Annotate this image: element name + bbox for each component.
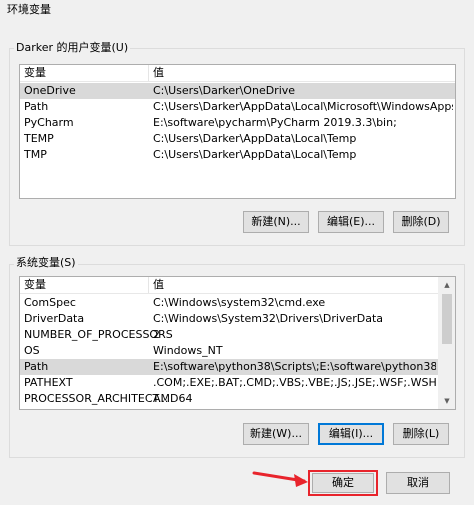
system-new-button[interactable]: 新建(W)... — [243, 423, 309, 445]
variable-value: C:\Users\Darker\AppData\Local\Microsoft\… — [153, 100, 453, 113]
column-header-variable[interactable]: 变量 — [24, 277, 46, 293]
system-edit-button[interactable]: 编辑(I)... — [318, 423, 384, 445]
variable-value: C:\Windows\System32\Drivers\DriverData — [153, 312, 384, 325]
variable-value: C:\Users\Darker\AppData\Local\Temp — [153, 132, 357, 145]
variable-value: .COM;.EXE;.BAT;.CMD;.VBS;.VBE;.JS;.JSE;.… — [153, 376, 436, 389]
user-variables-list[interactable]: 变量 值 OneDrive C:\Users\Darker\OneDrive P… — [19, 64, 456, 199]
table-row[interactable]: NUMBER_OF_PROCESSORS 2 — [20, 327, 438, 343]
variable-name: Path — [24, 100, 49, 113]
column-header-value[interactable]: 值 — [148, 65, 453, 81]
table-row[interactable]: OneDrive C:\Users\Darker\OneDrive — [20, 83, 455, 99]
variable-value: E:\software\pycharm\PyCharm 2019.3.3\bin… — [153, 116, 397, 129]
user-new-button[interactable]: 新建(N)... — [243, 211, 309, 233]
user-variables-label: Darker 的用户变量(U) — [14, 41, 131, 55]
vertical-scrollbar[interactable]: ▲ ▼ — [438, 277, 455, 409]
table-row[interactable]: PyCharm E:\software\pycharm\PyCharm 2019… — [20, 115, 455, 131]
column-header-value[interactable]: 值 — [148, 277, 453, 293]
user-edit-button[interactable]: 编辑(E)... — [318, 211, 384, 233]
system-variables-list[interactable]: 变量 值 ComSpec C:\Windows\system32\cmd.exe… — [19, 276, 456, 410]
variable-name: DriverData — [24, 312, 85, 325]
scroll-up-icon[interactable]: ▲ — [439, 277, 455, 293]
variable-value: AMD64 — [153, 392, 193, 405]
variable-value: C:\Windows\system32\cmd.exe — [153, 296, 326, 309]
variable-name: PyCharm — [24, 116, 74, 129]
cancel-button[interactable]: 取消 — [386, 472, 450, 494]
list-header: 变量 值 — [20, 277, 455, 294]
table-row[interactable]: OS Windows_NT — [20, 343, 438, 359]
system-variables-label: 系统变量(S) — [14, 256, 78, 270]
table-row[interactable]: ComSpec C:\Windows\system32\cmd.exe — [20, 295, 438, 311]
variable-name: Path — [24, 360, 49, 373]
variable-name: PROCESSOR_ARCHITECT... — [24, 392, 169, 405]
table-row[interactable]: Path C:\Users\Darker\AppData\Local\Micro… — [20, 99, 455, 115]
column-header-variable[interactable]: 变量 — [24, 65, 46, 81]
scroll-down-icon[interactable]: ▼ — [439, 393, 455, 409]
variable-name: TMP — [24, 148, 47, 161]
table-row[interactable]: DriverData C:\Windows\System32\Drivers\D… — [20, 311, 438, 327]
variable-name: OneDrive — [24, 84, 76, 97]
variable-value: Windows_NT — [153, 344, 223, 357]
system-delete-button[interactable]: 删除(L) — [393, 423, 449, 445]
variable-value: C:\Users\Darker\AppData\Local\Temp — [153, 148, 357, 161]
variable-name: OS — [24, 344, 40, 357]
variable-name: TEMP — [24, 132, 54, 145]
table-row[interactable]: PROCESSOR_ARCHITECT... AMD64 — [20, 391, 438, 407]
variable-value: E:\software\python38\Scripts\;E:\softwar… — [153, 360, 436, 373]
table-row[interactable]: PATHEXT .COM;.EXE;.BAT;.CMD;.VBS;.VBE;.J… — [20, 375, 438, 391]
variable-name: PATHEXT — [24, 376, 73, 389]
variable-value: C:\Users\Darker\OneDrive — [153, 84, 296, 97]
user-delete-button[interactable]: 删除(D) — [393, 211, 449, 233]
table-row[interactable]: TEMP C:\Users\Darker\AppData\Local\Temp — [20, 131, 455, 147]
variable-value: 2 — [153, 328, 160, 341]
table-row[interactable]: TMP C:\Users\Darker\AppData\Local\Temp — [20, 147, 455, 163]
table-row[interactable]: Path E:\software\python38\Scripts\;E:\so… — [20, 359, 438, 375]
ok-button[interactable]: 确定 — [312, 473, 374, 493]
list-header: 变量 值 — [20, 65, 455, 82]
variable-name: ComSpec — [24, 296, 76, 309]
variable-name: NUMBER_OF_PROCESSORS — [24, 328, 173, 341]
window-title: 环境变量 — [7, 3, 51, 16]
scrollbar-thumb[interactable] — [442, 294, 452, 344]
